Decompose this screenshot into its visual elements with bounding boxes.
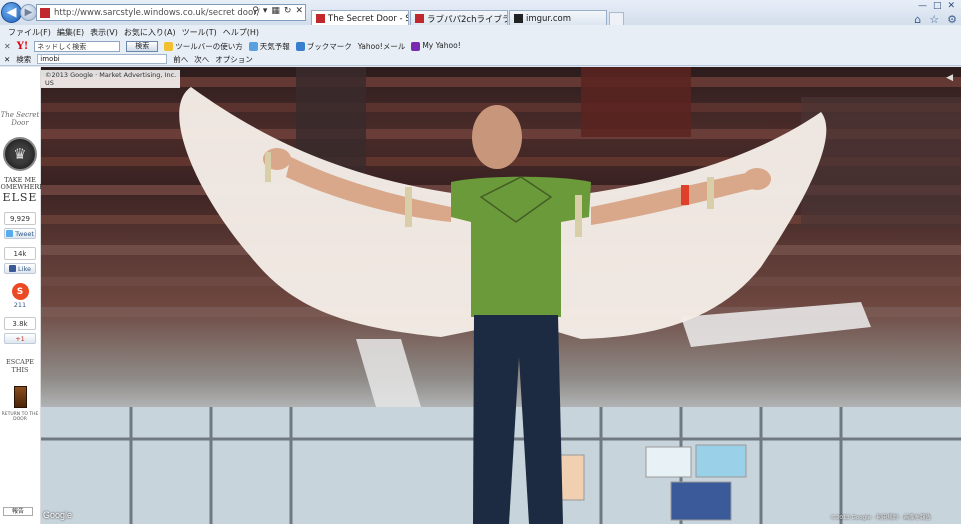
- forward-arrow-icon: ▶: [24, 7, 33, 18]
- tab-secret-door[interactable]: The Secret Door - Step ... ✕: [311, 10, 409, 26]
- google-logo: Google: [43, 510, 73, 520]
- menu-favorites[interactable]: お気に入り(A): [124, 27, 182, 38]
- weather-icon: [248, 42, 258, 51]
- take-me-label: TAKE ME SOMEWHERE: [0, 176, 44, 191]
- find-prev-button[interactable]: 前へ: [173, 54, 188, 65]
- toolbar-item-weather[interactable]: 天気予報: [248, 41, 290, 52]
- twitter-icon: [6, 230, 14, 237]
- tab-imgur[interactable]: imgur.com: [509, 10, 607, 26]
- stop-icon[interactable]: ✕: [295, 6, 303, 16]
- tab-label: ラブパパ2chライブラリー: [427, 14, 507, 25]
- tweet-count: 9,929: [4, 212, 36, 225]
- else-button[interactable]: ELSE: [3, 191, 38, 204]
- tab-label: imgur.com: [526, 13, 571, 24]
- tweet-button[interactable]: Tweet: [4, 228, 36, 239]
- toolbar-search-input[interactable]: ネッドしく検索: [34, 40, 121, 52]
- yahoo-toolbar: ✕ Y! ネッドしく検索 検索 ツールバーの使い方 天気予報 ブックマーク Ya…: [0, 39, 961, 53]
- close-icon[interactable]: ✕: [947, 1, 955, 11]
- escape-this-link[interactable]: ESCAPE THIS: [0, 358, 40, 374]
- blurred-head: [472, 105, 522, 169]
- toolbar-item-bookmark[interactable]: ブックマーク: [295, 41, 352, 52]
- find-bar: ✕ 検索 imobi 前へ 次へ オプション: [0, 53, 961, 66]
- back-button[interactable]: ◀: [1, 2, 22, 23]
- toolbar-close-icon[interactable]: ✕: [4, 42, 11, 51]
- door-icon[interactable]: [13, 386, 27, 408]
- menu-bar: ファイル(F) 編集(E) 表示(V) お気に入り(A) ツール(T) ヘルプ(…: [0, 25, 961, 39]
- stumbleupon-icon[interactable]: S: [11, 283, 29, 300]
- site-sidebar: The Secret Door ♛ TAKE ME SOMEWHERE ELSE…: [0, 67, 44, 524]
- audio-icon[interactable]: ◀: [946, 73, 953, 83]
- gplus-button[interactable]: +1: [4, 333, 36, 344]
- tab-favicon-icon: [415, 14, 424, 23]
- search-icon[interactable]: ⚲: [252, 6, 259, 16]
- secret-door-logo[interactable]: The Secret Door: [0, 111, 40, 127]
- menu-view[interactable]: 表示(V): [90, 27, 124, 38]
- gplus-count: 3.8k: [4, 317, 36, 330]
- street-view-panorama[interactable]: ©2013 Google · Market Advertising, Inc. …: [41, 67, 961, 524]
- stumbleupon-count: 211: [13, 301, 27, 309]
- page-viewport: The Secret Door ♛ TAKE ME SOMEWHERE ELSE…: [0, 67, 961, 524]
- dropdown-arrow-icon[interactable]: ▾: [263, 6, 268, 16]
- facebook-like-button[interactable]: Like: [4, 263, 36, 274]
- site-favicon: [40, 7, 50, 18]
- find-options-button[interactable]: オプション: [215, 54, 253, 65]
- new-tab-button[interactable]: [609, 12, 624, 26]
- tab-favicon-icon: [514, 14, 523, 23]
- panorama-scene: [41, 67, 961, 524]
- right-wing: [541, 112, 827, 339]
- report-button[interactable]: 報告: [3, 507, 33, 516]
- minimize-icon[interactable]: —: [918, 1, 927, 11]
- find-input[interactable]: imobi: [37, 54, 168, 64]
- compat-view-icon[interactable]: ▦: [271, 6, 280, 16]
- lion-crest-icon[interactable]: ♛: [3, 137, 37, 171]
- tab-2ch[interactable]: ラブパパ2chライブラリー: [410, 10, 508, 26]
- forward-button[interactable]: ▶: [20, 4, 37, 21]
- address-bar[interactable]: http://www.sarcstyle.windows.co.uk/secre…: [36, 4, 306, 21]
- maximize-icon[interactable]: □: [933, 1, 942, 11]
- window-controls: — □ ✕: [912, 0, 961, 12]
- toolbar-item-howto[interactable]: ツールバーの使い方: [164, 41, 243, 52]
- menu-edit[interactable]: 編集(E): [57, 27, 90, 38]
- find-next-button[interactable]: 次へ: [194, 54, 209, 65]
- myyahoo-icon: [411, 41, 421, 51]
- toolbar-item-myyahoo[interactable]: My Yahoo!: [411, 41, 461, 51]
- toolbar-item-mail[interactable]: Yahoo!メール: [358, 41, 406, 52]
- menu-tools[interactable]: ツール(T): [182, 27, 223, 38]
- pano-footer: ©2013 Google · 利用規約 · 画像を報告: [830, 515, 931, 521]
- facebook-icon: [9, 265, 17, 272]
- tab-label: The Secret Door - Step ...: [328, 13, 408, 24]
- address-url[interactable]: http://www.sarcstyle.windows.co.uk/secre…: [54, 8, 260, 18]
- menu-help[interactable]: ヘルプ(H): [223, 27, 265, 38]
- browser-titlebar: ◀ ▶ http://www.sarcstyle.windows.co.uk/s…: [0, 0, 961, 26]
- help-icon: [164, 42, 174, 51]
- bookmark-icon: [295, 42, 305, 51]
- red-duct: [581, 67, 691, 137]
- tab-favicon-icon: [316, 14, 325, 23]
- find-label: 検索: [16, 54, 32, 64]
- return-to-door-link[interactable]: RETURN TO THE DOOR: [0, 412, 40, 422]
- facebook-count: 14k: [4, 247, 36, 260]
- back-arrow-icon: ◀: [6, 5, 17, 20]
- toolbar-search-button[interactable]: 検索: [126, 40, 159, 52]
- pano-copyright: ©2013 Google · Market Advertising, Inc. …: [41, 70, 181, 88]
- refresh-icon[interactable]: ↻: [284, 6, 292, 16]
- findbar-close-icon[interactable]: ✕: [4, 55, 10, 64]
- menu-file[interactable]: ファイル(F): [8, 27, 57, 38]
- yahoo-logo-icon[interactable]: Y!: [17, 41, 29, 52]
